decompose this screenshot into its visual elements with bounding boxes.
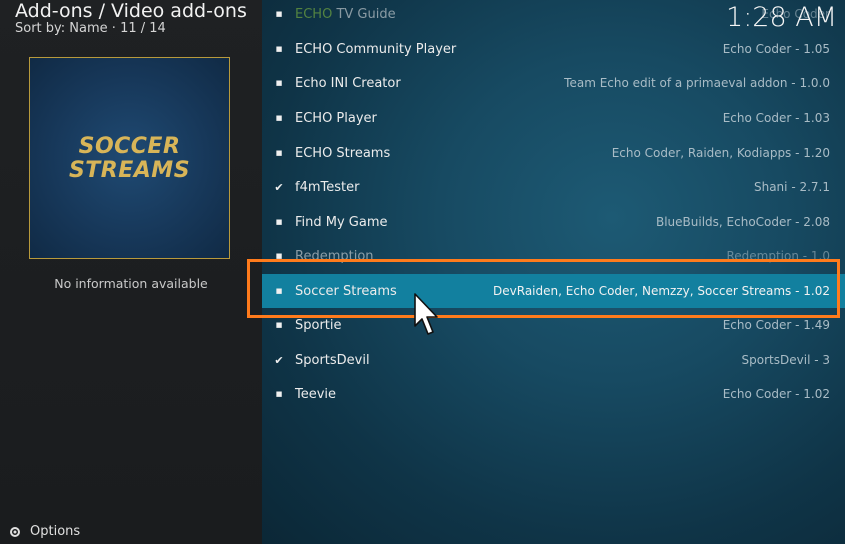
item-name: Teevie: [295, 387, 336, 402]
list-position: 11 / 14: [120, 21, 166, 36]
item-author: Redemption - 1.0: [726, 249, 830, 263]
list-item[interactable]: ■ ECHO Streams Echo Coder, Raiden, Kodiapp…: [262, 136, 845, 170]
item-name: Echo INI Creator: [295, 76, 401, 91]
item-name-text: SportsDevil: [295, 352, 370, 368]
item-name: Find My Game: [295, 215, 388, 230]
item-name-text: ECHO Player: [295, 110, 377, 126]
check-icon: ✔: [274, 180, 284, 194]
bullet-icon: ■: [275, 390, 283, 398]
item-name-text: ECHO Streams: [295, 145, 391, 161]
bullet-icon: ■: [275, 287, 283, 295]
check-icon: ✔: [274, 353, 284, 367]
item-name-text: Sportie: [295, 317, 342, 333]
addon-info-text: No information available: [54, 276, 208, 291]
item-name-prefix: ECHO: [295, 6, 333, 22]
clock: 1:28 AM: [726, 2, 837, 33]
item-name-text: ECHO Community Player: [295, 41, 457, 57]
item-name-text: Soccer Streams: [295, 283, 397, 299]
list-item[interactable]: ✔ SportsDevil SportsDevil - 3: [262, 343, 845, 377]
options-button[interactable]: Options: [8, 524, 80, 539]
item-name-text: f4mTester: [295, 179, 360, 195]
item-name: ECHO Player: [295, 111, 377, 126]
list-item[interactable]: ■ ECHO Community Player Echo Coder - 1.05: [262, 32, 845, 66]
item-author: DevRaiden, Echo Coder, Nemzzy, Soccer St…: [493, 284, 830, 298]
logo-text-line2: STREAMS: [68, 158, 191, 183]
item-author: Team Echo edit of a primaeval addon - 1.…: [564, 76, 830, 90]
sort-label: Sort by: Name: [15, 21, 108, 36]
item-name-text: Redemption: [295, 248, 374, 264]
list-item[interactable]: ✔ f4mTester Shani - 2.7.1: [262, 170, 845, 204]
item-author: Echo Coder - 1.05: [722, 42, 830, 56]
item-author: Echo Coder - 1.03: [722, 111, 830, 125]
item-author: Shani - 2.7.1: [753, 180, 830, 194]
item-name-text: Teevie: [295, 386, 337, 402]
item-author: Echo Coder - 1.02: [722, 387, 830, 401]
bullet-icon: ■: [275, 114, 283, 122]
list-item[interactable]: ■ Soccer Streams DevRaiden, Echo Coder, Ne…: [262, 274, 845, 308]
item-name: SportsDevil: [295, 353, 370, 368]
item-name-text: Find My Game: [295, 214, 388, 230]
list-item[interactable]: ■ Echo INI Creator Team Echo edit of a pri…: [262, 66, 845, 100]
logo-text-line1: SOCCER: [78, 134, 181, 159]
item-name: ECHO Community Player: [295, 42, 456, 57]
bullet-icon: ■: [275, 10, 283, 18]
bullet-icon: ■: [275, 149, 283, 157]
list-item[interactable]: ■ Find My Game BlueBuilds, EchoCoder - 2.0…: [262, 205, 845, 239]
item-author: Echo Coder - 1.49: [722, 318, 830, 332]
item-name: ECHO TV Guide: [295, 7, 396, 22]
list-item[interactable]: ■ Redemption Redemption - 1.0: [262, 239, 845, 273]
bullet-icon: ■: [275, 218, 283, 226]
list-item[interactable]: ■ Sportie Echo Coder - 1.49: [262, 308, 845, 342]
page-title: Add-ons / Video add-ons: [15, 0, 247, 22]
item-name: f4mTester: [295, 180, 359, 195]
item-author: BlueBuilds, EchoCoder - 2.08: [655, 215, 830, 229]
bullet-icon: ■: [275, 252, 283, 260]
item-name: Soccer Streams: [295, 284, 397, 299]
item-name-text: Echo INI Creator: [295, 75, 401, 91]
item-name: Sportie: [295, 318, 342, 333]
options-icon: [8, 525, 22, 539]
list-item[interactable]: ■ ECHO Player Echo Coder - 1.03: [262, 101, 845, 135]
separator: ·: [111, 21, 121, 36]
mouse-cursor-icon: [413, 292, 441, 342]
bullet-icon: ■: [275, 321, 283, 329]
bullet-icon: ■: [275, 45, 283, 53]
options-label: Options: [30, 524, 81, 539]
item-author: Echo Coder, Raiden, Kodiapps - 1.20: [611, 146, 830, 160]
sort-info[interactable]: Sort by: Name · 11 / 14: [15, 21, 166, 36]
item-name: Redemption: [295, 249, 374, 264]
addon-thumbnail: SOCCER STREAMS: [29, 57, 230, 259]
item-name: ECHO Streams: [295, 146, 390, 161]
list-item[interactable]: ■ Teevie Echo Coder - 1.02: [262, 377, 845, 411]
item-author: SportsDevil - 3: [741, 353, 830, 367]
item-name-text: TV Guide: [332, 6, 396, 22]
bullet-icon: ■: [275, 79, 283, 87]
